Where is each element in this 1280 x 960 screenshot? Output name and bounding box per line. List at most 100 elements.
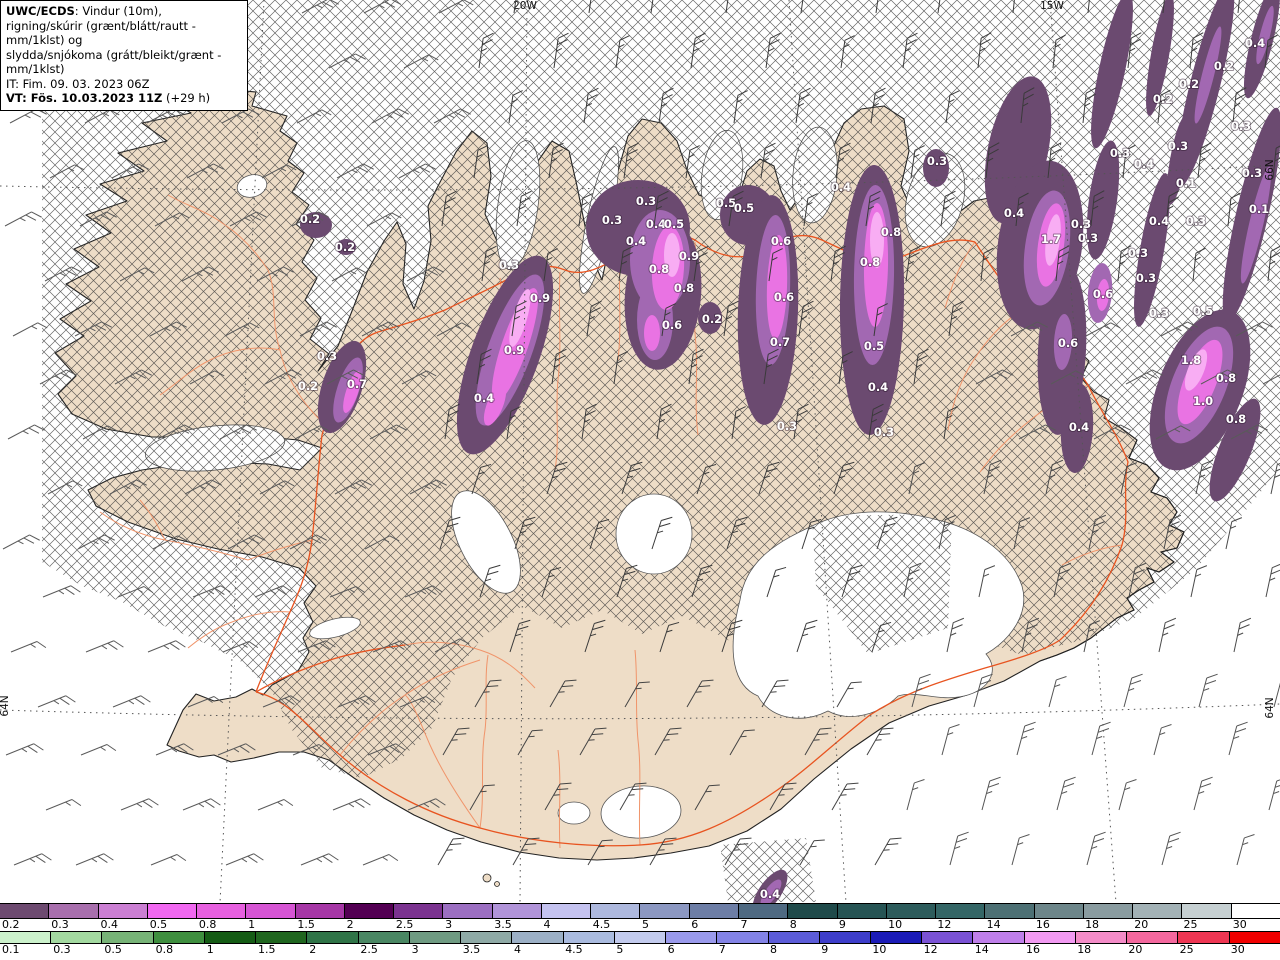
- map-canvas: 20W 15W66N64N 64N 0.20.20.30.2 0.70.30.90.9…: [0, 0, 1280, 903]
- precip-value-label: 0.3: [1231, 119, 1251, 133]
- parallel-label: 64N: [0, 695, 11, 716]
- colorbar-tick-label: 0.5: [104, 943, 122, 956]
- colorbar-segment: [152, 932, 204, 943]
- colorbar-tick-label: 2.5: [395, 918, 414, 931]
- colorbar-segment: [869, 932, 922, 943]
- precip-value-label: 0.3: [1110, 146, 1130, 160]
- colorbar-tick-label: 0.5: [149, 918, 168, 931]
- precip-value-label: 0.2: [300, 212, 320, 226]
- precip-value-label: 0.8: [881, 225, 901, 239]
- colorbar-tick-label: 7: [718, 943, 726, 956]
- colorbar-tick-label: 10: [888, 918, 903, 931]
- colorbar-segment: [491, 904, 541, 918]
- precip-value-label: 0.6: [1093, 287, 1113, 301]
- legend-init-time: IT: Fim. 09. 03. 2023 06Z: [6, 76, 150, 91]
- colorbar-segment: [1074, 932, 1127, 943]
- colorbar-tick-label: 20: [1128, 943, 1143, 956]
- precip-value-label: 0.2: [1153, 92, 1173, 106]
- colorbar-segment: [196, 904, 246, 918]
- colorbar-tick-label: 18: [1077, 943, 1092, 956]
- colorbar-tick-label: 0.1: [2, 943, 20, 956]
- colorbar-segment: [1177, 932, 1229, 943]
- precip-value-label: 0.3: [636, 194, 656, 208]
- colorbar-segment: [639, 904, 689, 918]
- precip-value-label: 0.6: [662, 318, 682, 332]
- precip-value-label: 0.9: [530, 291, 550, 305]
- colorbar-tick-label: 8: [789, 918, 797, 931]
- precip-value-label: 0.3: [874, 425, 894, 439]
- colorbar-segment: [0, 904, 49, 918]
- precip-value-label: 0.2: [298, 379, 318, 393]
- precip-value-label: 0.3: [927, 154, 947, 168]
- colorbar-tick-label: 3: [445, 918, 453, 931]
- precip-value-label: 0.4: [1245, 36, 1265, 50]
- colorbar-segment: [1230, 904, 1280, 918]
- precip-value-label: 0.3: [1186, 214, 1206, 228]
- colorbar-tick-label: 3.5: [462, 943, 481, 956]
- colorbar-tick-label: 10: [872, 943, 887, 956]
- model-name: UWC/ECDS: [6, 4, 75, 18]
- colorbar-segment: [0, 932, 51, 943]
- colorbar-segment: [1126, 932, 1178, 943]
- colorbar-segment: [562, 932, 614, 943]
- colorbar-segment: [442, 904, 492, 918]
- colorbar-segment: [408, 932, 461, 943]
- meridian-label: 20W: [513, 0, 537, 12]
- precip-value-label: 0.3: [1149, 306, 1169, 320]
- colorbar-segment: [688, 904, 738, 918]
- colorbar-tick-label: 1: [206, 943, 214, 956]
- precip-value-label: 0.4: [1134, 157, 1154, 171]
- precip-value-label: 0.8: [674, 281, 694, 295]
- colorbar-tick-label: 30: [1230, 943, 1245, 956]
- colorbar-tick-label: 0.4: [100, 918, 118, 931]
- colorbar-sleet-snow-labels: 0.2 0.3 0.4 0.5 0.8 1 1.5 2 2.5 3 3.5 4 4.5 5 6 7 8 9 10 12…: [0, 919, 1280, 931]
- colorbar-segment: [294, 904, 344, 918]
- parallel-label: 64N: [1264, 697, 1276, 718]
- colorbar-segment: [540, 904, 591, 918]
- colorbar-segment: [146, 904, 197, 918]
- precip-value-label: 0.7: [347, 377, 367, 391]
- colorbar-tick-label: 2: [346, 918, 354, 931]
- precip-value-label: 0.3: [1128, 246, 1148, 260]
- colorbar-segment: [1033, 904, 1083, 918]
- colorbar-segment: [935, 904, 985, 918]
- precip-value-label: 0.3: [777, 419, 797, 433]
- colorbar-tick-label: 0.3: [53, 943, 71, 956]
- colorbar-segment: [787, 904, 837, 918]
- colorbar-area: 0.2 0.3 0.4 0.5 0.8 1 1.5 2 2.5 3 3.5 4 4.5 5 6 7 8 9 10 12…: [0, 903, 1280, 957]
- precip-value-label: 0.3: [1078, 231, 1098, 245]
- precip-value-label: 0.3: [1136, 271, 1156, 285]
- precip-value-label: 0.4: [831, 180, 851, 194]
- precip-value-label: 0.4: [626, 234, 646, 248]
- colorbar-tick-label: 30: [1232, 918, 1247, 931]
- precip-value-label: 0.2: [1179, 77, 1199, 91]
- precip-value-label: 0.3: [1168, 139, 1188, 153]
- colorbar-segment: [767, 932, 819, 943]
- colorbar-tick-label: 1: [248, 918, 256, 931]
- colorbar-tick-label: 20: [1134, 918, 1149, 931]
- colorbar-segment: [613, 932, 666, 943]
- precip-value-label: 0.3: [602, 213, 622, 227]
- precip-value-label: 0.8: [1216, 371, 1236, 385]
- precip-value-label: 0.2: [702, 312, 722, 326]
- colorbar-tick-label: 9: [821, 943, 829, 956]
- precip-value-label: 0.8: [860, 255, 880, 269]
- precip-value-label: 0.1: [1176, 176, 1196, 190]
- legend-box: UWC/ECDS: Vindur (10m), rigning/skúrir (…: [0, 0, 248, 111]
- colorbar-segment: [1228, 932, 1280, 943]
- colorbar-segment: [393, 904, 443, 918]
- precip-value-label: 0.6: [771, 234, 791, 248]
- precip-value-label: 0.4: [474, 391, 494, 405]
- colorbar-tick-label: 12: [923, 943, 938, 956]
- colorbar-tick-label: 5: [642, 918, 649, 931]
- precip-value-label: 1.0: [1193, 394, 1213, 408]
- colorbar-segment: [737, 904, 788, 918]
- colorbar-tick-label: 1.5: [297, 918, 315, 931]
- precip-value-label: 0.2: [335, 240, 355, 254]
- precip-value-label: 0.2: [1214, 59, 1234, 73]
- precip-value-label: 0.6: [1058, 336, 1078, 350]
- glacier-hofsjokull: [615, 493, 693, 575]
- colorbar-tick-label: 0.2: [2, 918, 20, 931]
- precip-value-label: 0.9: [679, 249, 699, 263]
- colorbar-tick-label: 16: [1035, 918, 1050, 931]
